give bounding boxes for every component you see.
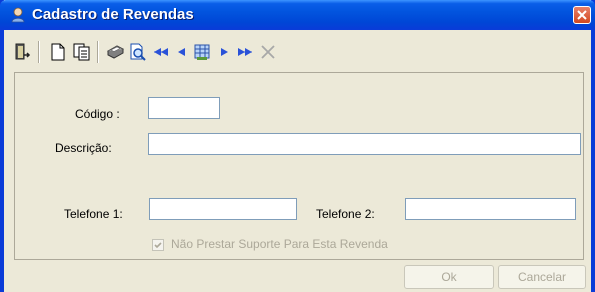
grid-view-icon[interactable]: [192, 42, 212, 62]
previous-record-icon[interactable]: [172, 42, 192, 62]
last-record-icon[interactable]: [235, 42, 255, 62]
descricao-input[interactable]: [148, 133, 581, 155]
copy-document-icon[interactable]: [72, 42, 92, 62]
toolbar-separator: [97, 41, 99, 63]
preview-icon[interactable]: [128, 42, 148, 62]
nao-suporte-checkbox[interactable]: [152, 239, 164, 251]
telefone1-input[interactable]: [149, 198, 297, 220]
exit-door-icon[interactable]: [12, 42, 32, 62]
window: Cadastro de Revendas Código: Descrição:…: [0, 0, 595, 292]
toolbar-separator: [38, 41, 40, 63]
telefone2-label: Telefone 2:: [316, 207, 375, 221]
first-record-icon[interactable]: [151, 42, 171, 62]
form-panel: Código : Descrição: Telefone 1: Telefone…: [14, 72, 584, 260]
descricao-label: Descrição:: [55, 141, 112, 155]
window-title: Cadastro de Revendas: [32, 6, 194, 23]
close-button[interactable]: [573, 6, 591, 24]
new-document-icon[interactable]: [48, 42, 68, 62]
close-icon: [577, 10, 587, 20]
print-icon[interactable]: [105, 42, 125, 62]
nao-suporte-label: Não Prestar Suporte Para Esta Revenda: [171, 237, 388, 251]
toolbar: [4, 30, 591, 70]
codigo-label: Código :: [75, 107, 120, 121]
title-bar[interactable]: Cadastro de Revendas: [0, 0, 595, 30]
checkmark-icon: [154, 242, 162, 249]
next-record-icon[interactable]: [214, 42, 234, 62]
ok-button[interactable]: Ok: [404, 265, 494, 289]
telefone1-label: Telefone 1:: [64, 207, 123, 221]
telefone2-input[interactable]: [405, 198, 576, 220]
cancel-button[interactable]: Cancelar: [498, 265, 586, 289]
codigo-input[interactable]: [148, 97, 220, 119]
user-icon: [11, 7, 25, 23]
delete-icon[interactable]: [258, 42, 278, 62]
